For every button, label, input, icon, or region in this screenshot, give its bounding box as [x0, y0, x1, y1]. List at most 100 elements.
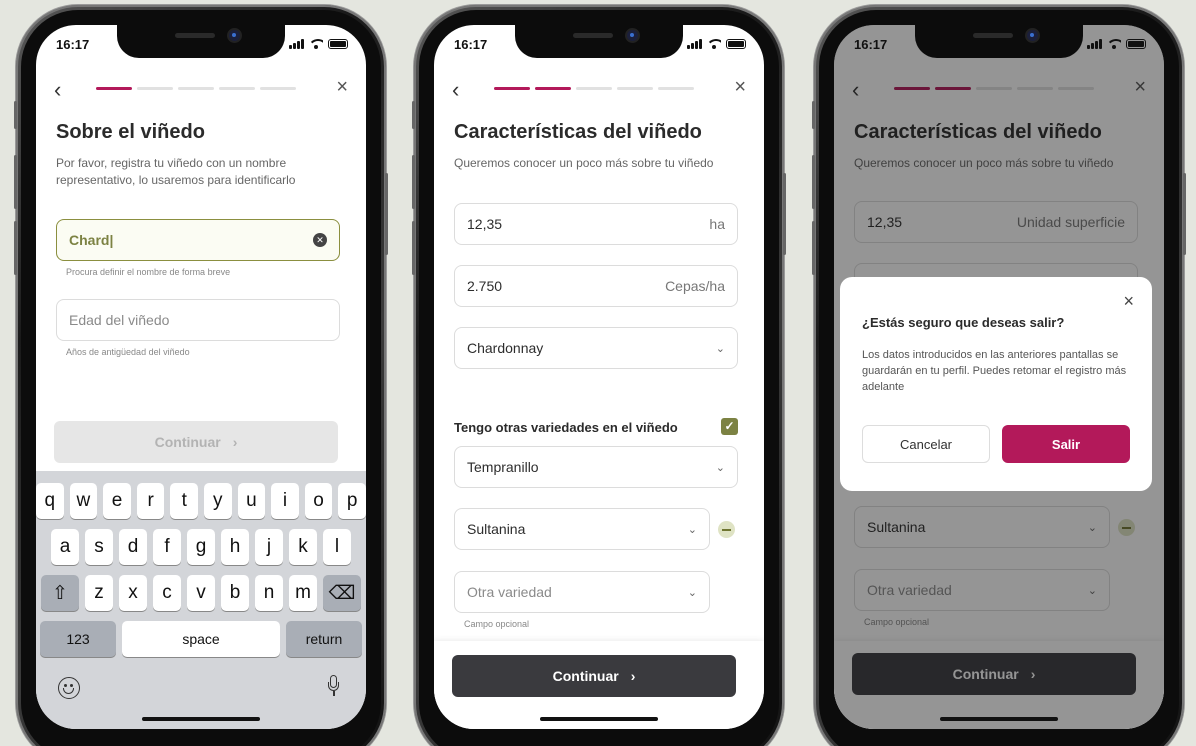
key-s[interactable]: s [85, 529, 113, 565]
variety2-select[interactable]: Tempranillo ⌄ [454, 446, 738, 488]
notch [915, 25, 1083, 58]
chevron-right-icon: › [232, 434, 238, 450]
back-icon[interactable]: ‹ [452, 77, 459, 103]
nav-bar: ‹ × [452, 76, 746, 102]
key-r[interactable]: r [136, 483, 165, 519]
numbers-key[interactable]: 123 [40, 621, 116, 657]
surface-value: 12,35 [467, 216, 503, 232]
phone-1: 16:17 ‹ × Sobre el viñedo Por favor, reg… [14, 5, 388, 746]
continue-button[interactable]: Continuar › [54, 421, 338, 463]
remove-variety-icon[interactable] [718, 521, 735, 538]
other-varieties-row[interactable]: Tengo otras variedades en el viñedo ✓ [454, 418, 738, 435]
variety3-value: Sultanina [467, 521, 526, 537]
battery-icon [328, 39, 348, 49]
key-a[interactable]: a [51, 529, 79, 565]
continue-label: Continuar [552, 668, 619, 684]
close-icon[interactable]: × [734, 76, 746, 99]
key-t[interactable]: t [170, 483, 198, 519]
key-e[interactable]: e [103, 483, 131, 519]
chevron-right-icon: › [630, 668, 636, 684]
surface-input[interactable]: 12,35 ha [454, 203, 738, 245]
key-z[interactable]: z [85, 575, 113, 611]
page-title: Características del viñedo [454, 121, 702, 143]
key-w[interactable]: w [69, 483, 98, 519]
wifi-icon [707, 39, 721, 49]
microphone-icon[interactable] [328, 675, 339, 701]
key-k[interactable]: k [289, 529, 317, 565]
screen-vineyard-name: 16:17 ‹ × Sobre el viñedo Por favor, reg… [36, 25, 366, 729]
space-key[interactable]: space [122, 621, 280, 657]
progress-steps [96, 87, 296, 90]
chevron-down-icon: ⌄ [715, 461, 725, 474]
close-icon[interactable]: × [1123, 291, 1134, 312]
vineyard-age-input[interactable]: Edad del viñedo [56, 299, 340, 341]
key-q[interactable]: q [36, 483, 64, 519]
exit-button[interactable]: Salir [1002, 425, 1130, 463]
keyboard: q w e r t y u i o p a s d f g h j k l ⇧ … [36, 471, 366, 729]
variety2-value: Tempranillo [467, 459, 539, 475]
key-u[interactable]: u [237, 483, 266, 519]
dialog-title: ¿Estás seguro que deseas salir? [862, 315, 1065, 330]
key-h[interactable]: h [221, 529, 249, 565]
key-c[interactable]: c [153, 575, 181, 611]
status-time: 16:17 [56, 37, 90, 52]
vineyard-name-input[interactable]: Chard| ✕ [56, 219, 340, 261]
variety-select[interactable]: Chardonnay ⌄ [454, 327, 738, 369]
wifi-icon [1107, 39, 1121, 49]
return-key[interactable]: return [286, 621, 362, 657]
vineyard-name-value: Chard| [69, 232, 114, 248]
screen-vineyard-features: 16:17 ‹ × Características del viñedo Que… [434, 25, 764, 729]
vineyard-age-help: Años de antigüedad del viñedo [66, 347, 190, 357]
key-n[interactable]: n [255, 575, 283, 611]
density-unit: Cepas/ha [665, 278, 725, 294]
chevron-down-icon: ⌄ [687, 586, 697, 599]
phone-3: 16:17 ‹ × Características del viñedo Que… [812, 5, 1186, 746]
bottom-bar: Continuar › [434, 641, 764, 729]
nav-bar: ‹ × [54, 76, 348, 102]
page-subtitle: Por favor, registra tu viñedo con un nom… [56, 156, 296, 187]
shift-icon[interactable]: ⇧ [41, 575, 79, 611]
close-icon[interactable]: × [336, 76, 348, 99]
key-p[interactable]: p [338, 483, 366, 519]
key-l[interactable]: l [323, 529, 351, 565]
key-x[interactable]: x [119, 575, 147, 611]
density-input[interactable]: 2.750 Cepas/ha [454, 265, 738, 307]
key-m[interactable]: m [289, 575, 317, 611]
page-title: Sobre el viñedo [56, 121, 205, 143]
home-indicator [940, 717, 1058, 721]
key-i[interactable]: i [271, 483, 299, 519]
variety4-placeholder: Otra variedad [467, 584, 552, 600]
signal-icon [289, 39, 304, 49]
emoji-icon[interactable] [58, 677, 80, 699]
variety4-select[interactable]: Otra variedad ⌄ [454, 571, 710, 613]
signal-icon [687, 39, 702, 49]
screen-exit-confirmation: 16:17 ‹ × Características del viñedo Que… [834, 25, 1164, 729]
progress-steps [494, 87, 694, 90]
key-y[interactable]: y [204, 483, 232, 519]
surface-unit: ha [709, 216, 725, 232]
back-icon[interactable]: ‹ [54, 77, 61, 103]
clear-icon[interactable]: ✕ [313, 233, 327, 247]
notch [515, 25, 683, 58]
cancel-button[interactable]: Cancelar [862, 425, 990, 463]
vineyard-age-placeholder: Edad del viñedo [69, 312, 170, 328]
other-varieties-checkbox[interactable]: ✓ [721, 418, 738, 435]
key-j[interactable]: j [255, 529, 283, 565]
key-o[interactable]: o [304, 483, 333, 519]
variety3-select[interactable]: Sultanina ⌄ [454, 508, 710, 550]
key-g[interactable]: g [187, 529, 215, 565]
key-b[interactable]: b [221, 575, 249, 611]
phone-2: 16:17 ‹ × Características del viñedo Que… [412, 5, 786, 746]
home-indicator [142, 717, 260, 721]
status-time: 16:17 [454, 37, 488, 52]
battery-icon [1126, 39, 1146, 49]
density-value: 2.750 [467, 278, 503, 294]
key-v[interactable]: v [187, 575, 215, 611]
continue-button[interactable]: Continuar › [452, 655, 736, 697]
delete-icon[interactable]: ⌫ [323, 575, 361, 611]
key-f[interactable]: f [153, 529, 181, 565]
status-time: 16:17 [854, 37, 888, 52]
wifi-icon [309, 39, 323, 49]
key-d[interactable]: d [119, 529, 147, 565]
dialog-body: Los datos introducidos en las anteriores… [862, 349, 1127, 393]
